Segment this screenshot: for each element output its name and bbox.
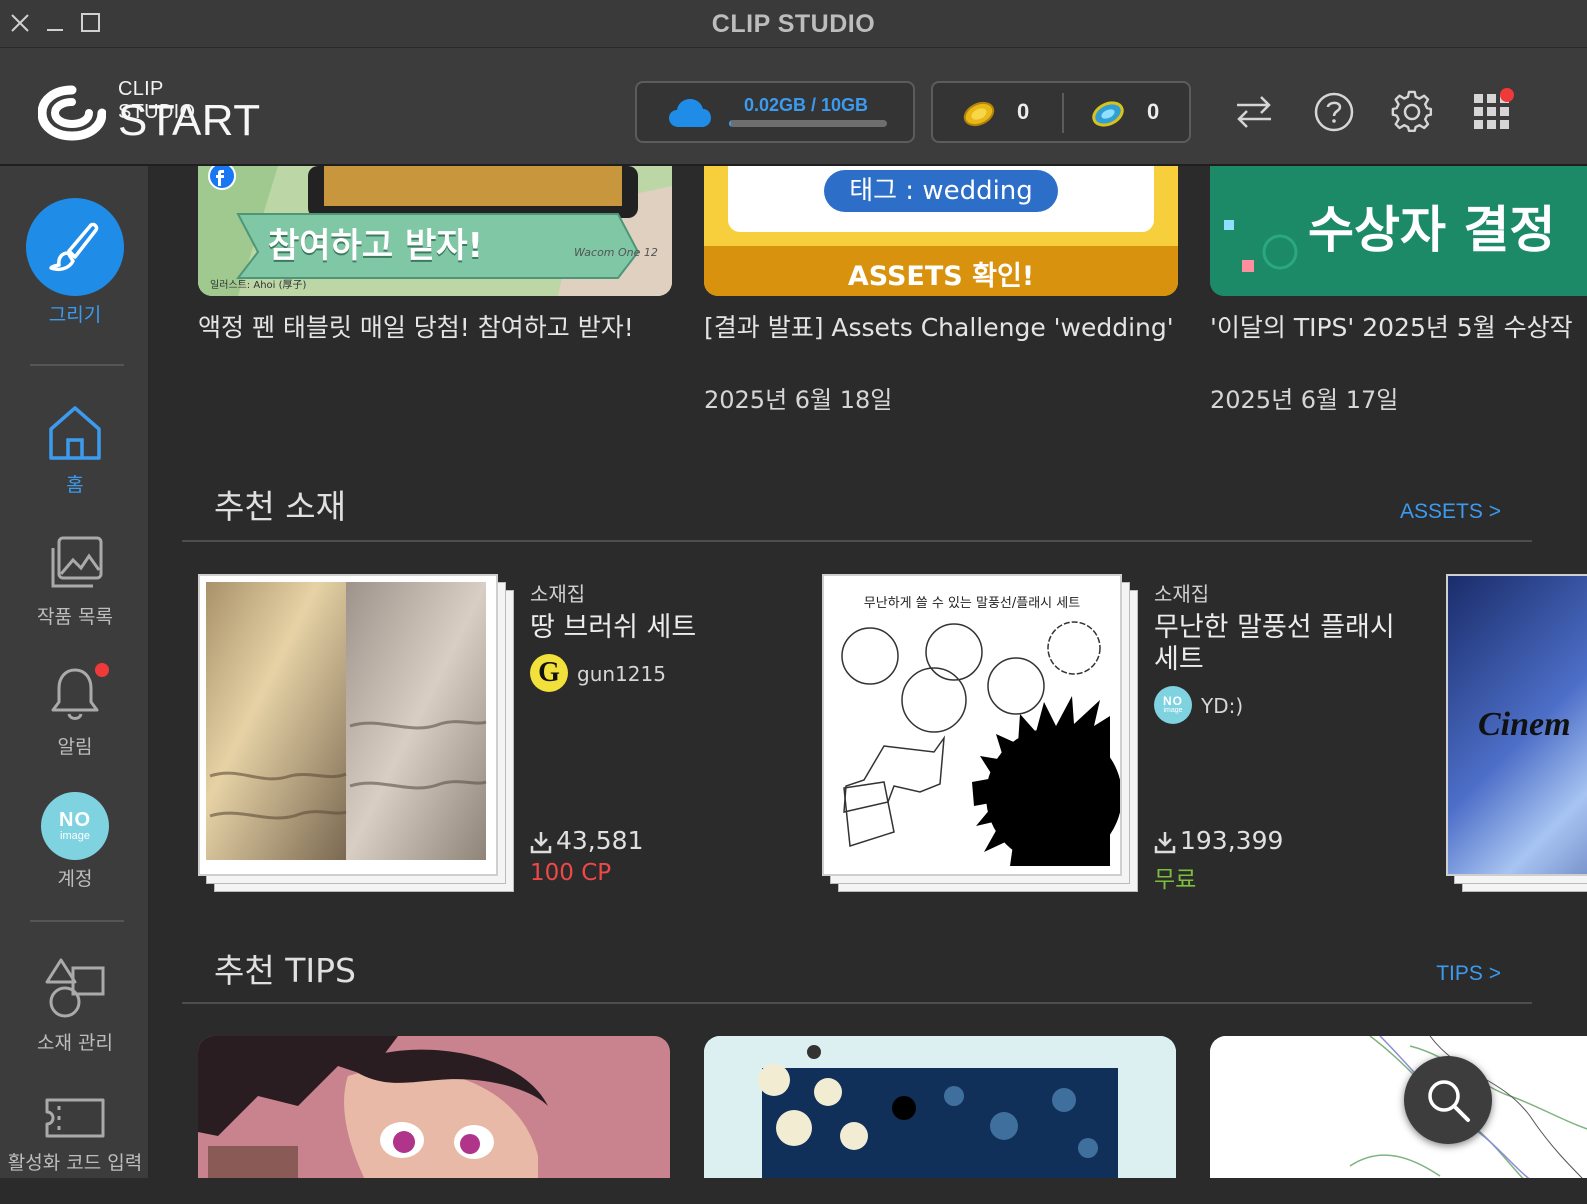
sidebar-item-account[interactable]: NO image 계정 — [0, 792, 150, 891]
tips-card-3[interactable] — [1210, 1036, 1587, 1178]
asset-price-2: 무료 — [1154, 867, 1197, 893]
cloud-usage-text: 0.02GB / 10GB — [744, 95, 869, 115]
thumb-front: Cinem — [1446, 574, 1587, 876]
sidebar-label-activation: 활성화 코드 입력 — [7, 1152, 143, 1174]
sidebar-item-notifications[interactable]: 알림 — [0, 664, 150, 759]
asset-downloads-2: 193,399 — [1180, 826, 1284, 855]
points-divider — [1062, 93, 1064, 133]
sidebar-label-works: 작품 목록 — [37, 606, 113, 628]
help-icon[interactable] — [1310, 88, 1358, 136]
news-banner-2-tag: 태그 : wedding — [824, 170, 1058, 212]
sidebar-item-assets-manage[interactable]: 소재 관리 — [0, 956, 150, 1055]
asset-thumbnail-3[interactable]: Cinem — [1446, 574, 1587, 892]
main-content: 참여하고 받자! 일러스트: Ahoi (厚子) Wacom One 12 태그… — [152, 166, 1587, 1178]
logo-line2: START — [118, 96, 261, 145]
apps-notification-dot — [1500, 88, 1514, 102]
clippy-coin-icon — [1092, 101, 1124, 127]
clip-studio-logo[interactable]: CLIP STUDIO START — [38, 78, 260, 148]
cloud-icon — [669, 99, 711, 127]
asset-thumbnail-2[interactable]: 무난하게 쓸 수 있는 말풍선/플래시 세트 — [822, 574, 1138, 892]
shapes-icon — [45, 958, 105, 1018]
news-banner-3-text: 수상자 결정 — [1308, 201, 1556, 259]
news-banner-1[interactable]: 참여하고 받자! 일러스트: Ahoi (厚子) Wacom One 12 — [198, 166, 672, 296]
news-banner-1-credit: 일러스트: Ahoi (厚子) — [210, 280, 307, 291]
sidebar-item-draw[interactable]: 그리기 — [0, 198, 150, 327]
sidebar-label-account: 계정 — [57, 868, 93, 890]
search-icon — [1428, 1080, 1470, 1122]
draw-brush-icon — [26, 198, 124, 296]
app-header: CLIP STUDIO START 0.02GB / 10GB 0 0 — [0, 48, 1587, 166]
sidebar-label-notifications: 알림 — [57, 736, 93, 758]
asset-thumbnail-1[interactable] — [198, 574, 514, 892]
sidebar-divider — [30, 920, 124, 922]
asset-price-1: 100 CP — [530, 860, 612, 886]
gallery-icon — [51, 536, 103, 588]
tips-section-divider — [182, 1002, 1532, 1004]
settings-gear-icon[interactable] — [1388, 88, 1436, 136]
assets-section-divider — [182, 540, 1532, 542]
asset-category-1: 소재집 — [530, 582, 586, 606]
sidebar: 그리기 홈 작품 목록 알림 NO image 계정 소재 관리 활성화 코드 … — [0, 166, 150, 1178]
tips-card-3-art — [1210, 1036, 1587, 1178]
search-button[interactable] — [1404, 1056, 1492, 1144]
tips-section-title: 추천 TIPS — [214, 951, 356, 990]
cloud-storage-widget[interactable]: 0.02GB / 10GB — [635, 81, 915, 143]
author-avatar-1: G — [530, 654, 568, 692]
thumb-front — [198, 574, 498, 876]
sidebar-item-activation[interactable]: 활성화 코드 입력 — [0, 1096, 150, 1175]
asset-title-1[interactable]: 땅 브러쉬 세트 — [530, 612, 696, 644]
tips-card-2[interactable] — [704, 1036, 1176, 1178]
notification-dot — [95, 663, 109, 677]
news-title-1[interactable]: 액정 펜 태블릿 매일 당첨! 참여하고 받자! — [198, 308, 634, 344]
download-icon — [530, 832, 552, 854]
tips-card-1[interactable] — [198, 1036, 670, 1178]
author-avatar-initial-1: G — [538, 657, 560, 688]
account-avatar: NO image — [41, 792, 109, 860]
account-avatar-text-2: image — [60, 830, 90, 842]
news-banner-2[interactable]: 태그 : wedding ASSETS 확인! — [704, 166, 1178, 296]
sidebar-label-draw: 그리기 — [48, 304, 102, 326]
tips-card-2-art — [704, 1036, 1176, 1178]
thumb-front: 무난하게 쓸 수 있는 말풍선/플래시 세트 — [822, 574, 1122, 876]
author-avatar-2-text-2: image — [1163, 707, 1183, 714]
window-title: CLIP STUDIO — [711, 10, 876, 38]
asset-author-2[interactable]: YD:) — [1201, 694, 1243, 718]
news-banner-2-cta: ASSETS 확인! — [847, 261, 1035, 292]
sidebar-label-assets-manage: 소재 관리 — [37, 1032, 113, 1054]
news-date-3: 2025년 6월 17일 — [1210, 386, 1399, 414]
news-banner-1-device: Wacom One 12 — [574, 246, 658, 259]
author-avatar-2: NO image — [1154, 686, 1192, 724]
cloud-usage-bar — [729, 120, 887, 127]
account-avatar-text-1: NO — [59, 809, 91, 831]
news-title-2[interactable]: [결과 발표] Assets Challenge 'wedding' — [704, 308, 1174, 344]
download-icon — [1154, 832, 1176, 854]
tips-card-1-art — [198, 1036, 670, 1178]
gold-coin-icon — [963, 101, 995, 127]
asset-thumb-text-3: Cinem — [1478, 706, 1571, 743]
news-title-3[interactable]: '이달의 TIPS' 2025년 5월 수상작 — [1210, 308, 1573, 344]
news-date-2: 2025년 6월 18일 — [704, 386, 893, 414]
asset-downloads-1: 43,581 — [556, 826, 644, 855]
asset-author-1[interactable]: gun1215 — [577, 662, 666, 686]
home-icon — [49, 406, 101, 460]
title-bar: CLIP STUDIO — [0, 0, 1587, 48]
asset-category-2: 소재집 — [1154, 582, 1210, 606]
tips-section-link[interactable]: TIPS > — [1436, 962, 1501, 986]
sidebar-item-home[interactable]: 홈 — [0, 402, 150, 497]
news-banner-3[interactable]: 수상자 결정 — [1210, 166, 1587, 296]
news-banner-1-text: 참여하고 받자! — [268, 226, 484, 266]
points-widget[interactable]: 0 0 — [931, 81, 1191, 143]
sidebar-divider — [30, 364, 124, 366]
clippy-points-value: 0 — [1147, 99, 1160, 124]
assets-section-link[interactable]: ASSETS > — [1400, 500, 1501, 524]
sync-icon[interactable] — [1230, 88, 1278, 136]
sidebar-item-works[interactable]: 작품 목록 — [0, 534, 150, 629]
ticket-icon — [45, 1098, 105, 1138]
sidebar-label-home: 홈 — [66, 474, 84, 496]
author-avatar-2-text-1: NO — [1163, 694, 1183, 708]
gold-points-value: 0 — [1017, 99, 1030, 124]
clip-studio-logo-icon — [38, 85, 106, 141]
assets-section-title: 추천 소재 — [214, 487, 346, 526]
asset-title-2[interactable]: 무난한 말풍선 플래시 세트 — [1154, 612, 1416, 676]
